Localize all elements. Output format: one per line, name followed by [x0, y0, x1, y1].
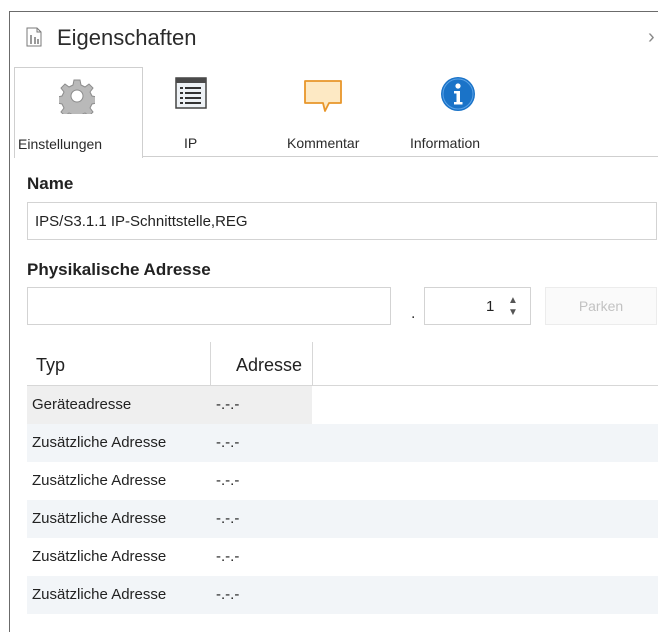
column-divider[interactable] [210, 342, 211, 385]
cell-adresse: -.-.- [216, 434, 240, 451]
column-header-adresse[interactable]: Adresse [236, 355, 302, 376]
panel-header: Eigenschaften › [10, 12, 658, 64]
address-prefix-input[interactable] [27, 287, 391, 325]
cell-adresse: -.-.- [216, 472, 240, 489]
physical-address-label: Physikalische Adresse [27, 260, 211, 279]
device-address-value: 1 [486, 298, 495, 315]
tab-label-information: Information [410, 135, 481, 151]
comment-bubble-icon [303, 79, 343, 118]
table-row[interactable]: Geräteadresse -.-.- [27, 386, 658, 424]
tab-label-kommentar: Kommentar [287, 135, 360, 151]
tab-strip: Einstellungen IP Kommentar Information [10, 67, 658, 171]
park-button[interactable]: Parken [545, 287, 657, 325]
name-label: Name [27, 174, 74, 193]
tab-ip[interactable]: IP [141, 67, 241, 156]
cell-typ: Zusätzliche Adresse [32, 548, 167, 565]
tab-label-einstellungen: Einstellungen [18, 136, 103, 152]
device-address-stepper[interactable]: 1 ▲ ▼ [424, 287, 531, 325]
panel-title: Eigenschaften [57, 25, 197, 50]
tab-information[interactable]: Information [406, 67, 521, 156]
cell-adresse: -.-.- [216, 548, 240, 565]
table-header: Typ Adresse [27, 342, 658, 386]
tab-label-ip: IP [184, 135, 198, 151]
list-window-icon [175, 77, 207, 114]
properties-panel: Eigenschaften › Einstellungen IP Komment… [9, 11, 658, 632]
cell-adresse: -.-.- [216, 510, 240, 527]
collapse-panel-button[interactable]: › [648, 26, 655, 49]
cell-adresse: -.-.- [216, 586, 240, 603]
column-divider[interactable] [312, 342, 313, 385]
tab-kommentar[interactable]: Kommentar [276, 67, 391, 156]
info-icon [440, 76, 476, 117]
cell-typ: Zusätzliche Adresse [32, 434, 167, 451]
cell-typ: Geräteadresse [32, 396, 132, 413]
name-input[interactable]: IPS/S3.1.1 IP-Schnittstelle,REG [27, 202, 657, 240]
table-row[interactable]: Zusätzliche Adresse -.-.- [27, 576, 658, 614]
cell-typ: Zusätzliche Adresse [32, 586, 167, 603]
table-row[interactable]: Zusätzliche Adresse -.-.- [27, 424, 658, 462]
table-row[interactable]: Zusätzliche Adresse -.-.- [27, 538, 658, 576]
table-row[interactable]: Zusätzliche Adresse -.-.- [27, 500, 658, 538]
tab-einstellungen[interactable]: Einstellungen [14, 67, 143, 158]
stepper-up-icon[interactable]: ▲ [508, 296, 518, 306]
gear-icon [56, 78, 98, 121]
stepper-down-icon[interactable]: ▼ [508, 308, 518, 318]
column-header-typ[interactable]: Typ [36, 355, 65, 376]
document-properties-icon [26, 27, 42, 47]
tab-underline [141, 156, 658, 157]
address-table: Typ Adresse Geräteadresse -.-.- Zusätzli… [27, 342, 658, 614]
cell-typ: Zusätzliche Adresse [32, 510, 167, 527]
table-row[interactable]: Zusätzliche Adresse -.-.- [27, 462, 658, 500]
cell-typ: Zusätzliche Adresse [32, 472, 167, 489]
address-separator: . [411, 305, 416, 322]
cell-adresse: -.-.- [216, 396, 240, 413]
